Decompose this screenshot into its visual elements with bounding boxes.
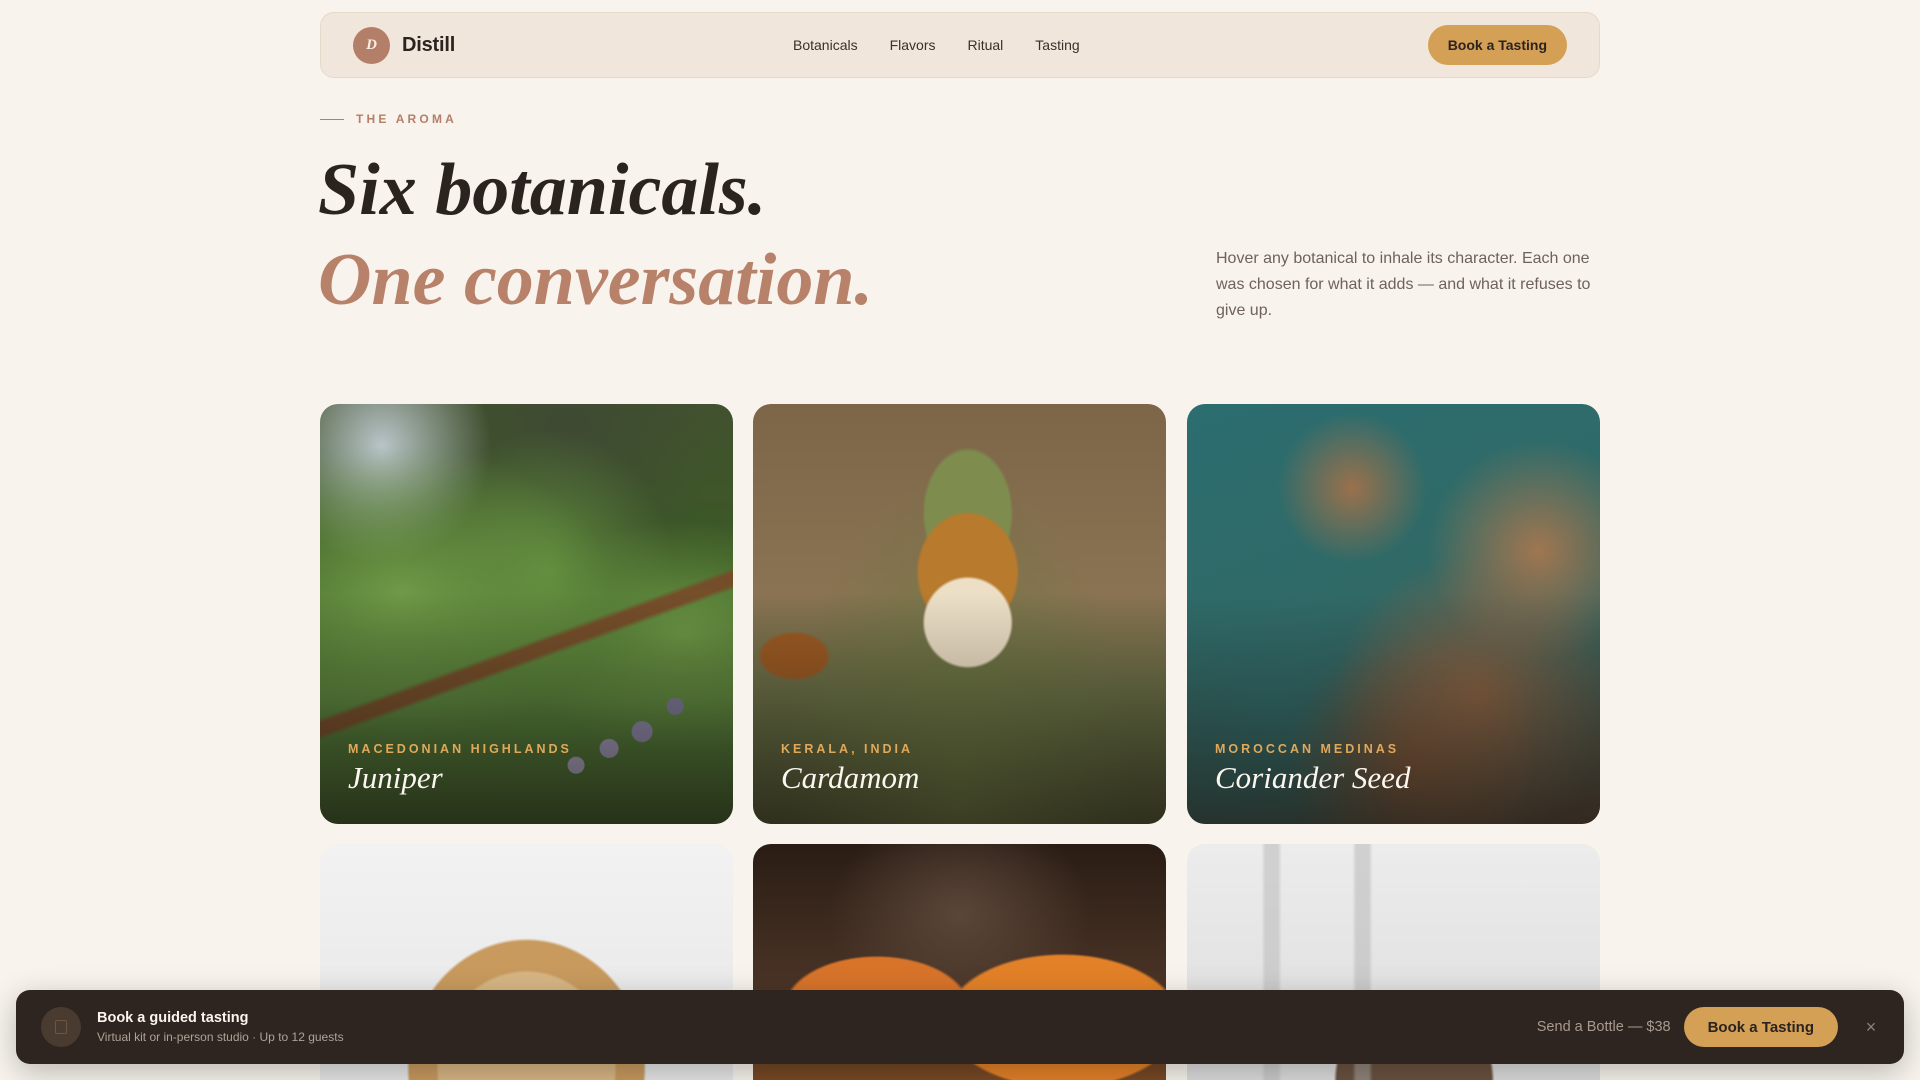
eyebrow-rule	[320, 118, 344, 120]
nav-link-ritual[interactable]: Ritual	[968, 37, 1004, 53]
send-bottle-link[interactable]: Send a Bottle — $38	[1537, 1019, 1671, 1035]
headline-secondary: One conversation.	[318, 239, 873, 321]
brand-logo[interactable]: D Distill	[353, 26, 793, 64]
botanical-name: Juniper	[348, 760, 443, 795]
botanical-name: Cardamom	[781, 760, 920, 795]
botanical-card-juniper[interactable]: MACEDONIAN HIGHLANDS Juniper	[320, 404, 733, 824]
headline-primary: Six botanicals.	[318, 149, 767, 231]
botanical-origin: KERALA, INDIA	[781, 742, 914, 756]
brand-name: Distill	[402, 33, 456, 56]
booking-bar: Book a guided tasting Virtual kit or in-…	[16, 990, 1904, 1064]
botanical-name: Coriander Seed	[1215, 760, 1411, 795]
nav-link-tasting[interactable]: Tasting	[1035, 37, 1079, 53]
booking-icon	[41, 1007, 81, 1047]
botanical-card-cardamom[interactable]: KERALA, INDIA Cardamom	[753, 404, 1166, 824]
glass-icon	[55, 1020, 67, 1034]
booking-subtitle: Virtual kit or in-person studio · Up to …	[97, 1030, 344, 1044]
section-eyebrow: THE AROMA	[320, 112, 457, 126]
booking-actions: Send a Bottle — $38 Book a Tasting ×	[1537, 1007, 1880, 1047]
book-tasting-button[interactable]: Book a Tasting	[1427, 25, 1567, 65]
top-nav: D Distill Botanicals Flavors Ritual Tast…	[320, 12, 1600, 78]
booking-title: Book a guided tasting	[97, 1010, 249, 1026]
nav-link-botanicals[interactable]: Botanicals	[793, 37, 858, 53]
botanical-origin: MOROCCAN MEDINAS	[1215, 742, 1400, 756]
nav-links: Botanicals Flavors Ritual Tasting	[793, 37, 1080, 53]
logo-mark: D	[353, 26, 390, 64]
eyebrow-label: THE AROMA	[356, 112, 458, 126]
booking-text: Book a guided tasting Virtual kit or in-…	[97, 1010, 344, 1044]
nav-link-flavors[interactable]: Flavors	[890, 37, 936, 53]
botanical-origin: MACEDONIAN HIGHLANDS	[348, 742, 572, 756]
botanical-card-coriander[interactable]: MOROCCAN MEDINAS Coriander Seed	[1187, 404, 1600, 824]
section-description: Hover any botanical to inhale its charac…	[1216, 250, 1591, 319]
booking-cta-button[interactable]: Book a Tasting	[1683, 1007, 1838, 1047]
close-icon[interactable]: ×	[1862, 1018, 1880, 1036]
